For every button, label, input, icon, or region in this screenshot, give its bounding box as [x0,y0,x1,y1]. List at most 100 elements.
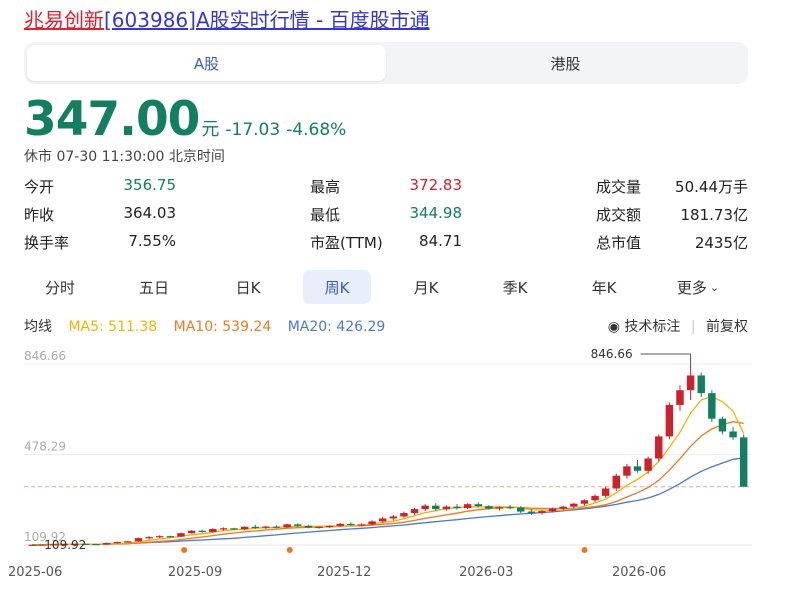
tab-hk-share[interactable]: 港股 [386,45,745,81]
candle-body [166,536,175,538]
current-price: 347.00 [24,92,200,147]
candle-body [463,504,472,509]
candle-body [601,488,610,496]
candle-body [453,506,461,509]
tab-5day[interactable]: 五日 [120,270,188,304]
price-unit: 元 [201,119,220,140]
volume-label: 成交量 [596,178,642,196]
tab-monthly-k[interactable]: 月K [392,270,460,304]
candle-body [729,431,737,438]
mktcap-value: 2435亿 [694,234,748,252]
candle-body [240,526,249,530]
candle-body [718,418,727,432]
candle-body [251,526,259,529]
prev-close-value: 364.03 [123,204,177,222]
candle-body [421,505,429,510]
candle-body [283,524,291,528]
candle-body [209,529,217,532]
candle-body [708,393,716,419]
indicator-toggle[interactable]: 技术标注 [624,319,680,335]
candle-body [315,526,323,529]
page-title[interactable]: 兆易创新[603986]A股实时行情 - 百度股市通 [24,4,430,33]
candle-body [485,506,493,509]
candle-body [442,506,451,510]
open-label: 今开 [24,178,55,196]
candle-body [665,404,674,437]
candle-body [517,507,525,512]
candle-body [474,504,482,507]
candle-body [432,505,440,510]
max-price-label: 846.66 [591,347,633,361]
candle-body [304,525,313,528]
tab-daily-k[interactable]: 日K [214,270,282,304]
candle-body [580,500,589,504]
tab-intraday[interactable]: 分时 [26,270,94,304]
candle-body [113,542,121,544]
y-tick-label: 478.29 [24,440,66,454]
candle-body [92,543,100,546]
ma5-value: MA5: 511.38 [68,319,158,335]
candle-body [134,538,143,542]
turnover-value: 7.55% [128,232,176,250]
x-tick-label: 2026-06 [612,565,666,580]
candle-body [368,521,376,525]
ma-legend: 均线 MA5: 511.38 MA10: 539.24 MA20: 426.29 [24,316,397,336]
market-status: 休市 07-30 11:30:00 北京时间 [24,149,225,165]
candle-body [389,516,398,519]
candle-body [559,506,567,509]
candle-body [336,523,344,526]
kline-chart[interactable]: 846.66478.29109.92846.66109.922025-06 202… [0,340,792,599]
amount-label: 成交额 [596,206,642,224]
candle-body [102,543,111,545]
tab-quarterly-k[interactable]: 季K [481,270,549,304]
candle-body [230,528,238,530]
tab-more[interactable]: 更多 ⌄ [664,270,732,304]
high-value: 372.83 [409,176,463,194]
stock-name[interactable]: 兆易创新 [24,8,104,32]
candle-body [612,475,620,489]
candle-body [145,537,153,539]
candle-body [378,518,387,522]
pe-value: 84.71 [419,232,462,250]
candle-body [655,436,663,459]
stock-code[interactable]: [603986] [104,8,196,32]
event-dot [286,547,293,553]
candle-body [676,390,684,405]
x-tick-label: 2025-09 [168,565,222,580]
title-rest[interactable]: A股实时行情 - 百度股市通 [196,8,430,32]
min-price-label: 109.92 [44,538,86,552]
candle-body [591,495,599,501]
x-tick-label: 2025-06 [8,565,62,580]
adjust-toggle[interactable]: 前复权 [706,319,748,335]
price-change-pct: -4.68% [286,120,347,140]
eye-icon[interactable]: ◉ [608,319,620,335]
price-change: -17.03 [225,120,281,140]
candle-body [262,526,270,528]
candle-body [187,530,196,534]
ma10-value: MA10: 539.24 [173,319,272,335]
high-label: 最高 [310,178,341,196]
candle-body [739,437,748,487]
ma20-line [32,457,744,546]
tab-yearly-k[interactable]: 年K [570,270,638,304]
tab-a-share[interactable]: A股 [27,45,386,81]
candle-body [495,507,504,509]
candle-body [156,536,164,538]
ma20-value: MA20: 426.29 [287,319,386,335]
tab-weekly-k[interactable]: 周K [303,270,371,304]
volume-value: 50.44万手 [675,178,748,196]
candle-body [644,458,652,471]
quote-row: 347.00 元 -17.03 -4.68% [24,92,346,147]
candle-body [538,511,546,514]
candle-body [198,530,206,532]
chart-tools: ◉ 技术标注 | 前复权 [608,316,748,336]
candle-body [272,526,281,528]
candle-body [548,508,557,512]
turnover-label: 换手率 [24,234,70,252]
amount-value: 181.73亿 [680,206,749,224]
candle-body [294,524,302,526]
candle-body [347,523,355,526]
low-label: 最低 [310,206,341,224]
candle-body [124,541,132,543]
x-tick-label: 2026-03 [459,565,513,580]
